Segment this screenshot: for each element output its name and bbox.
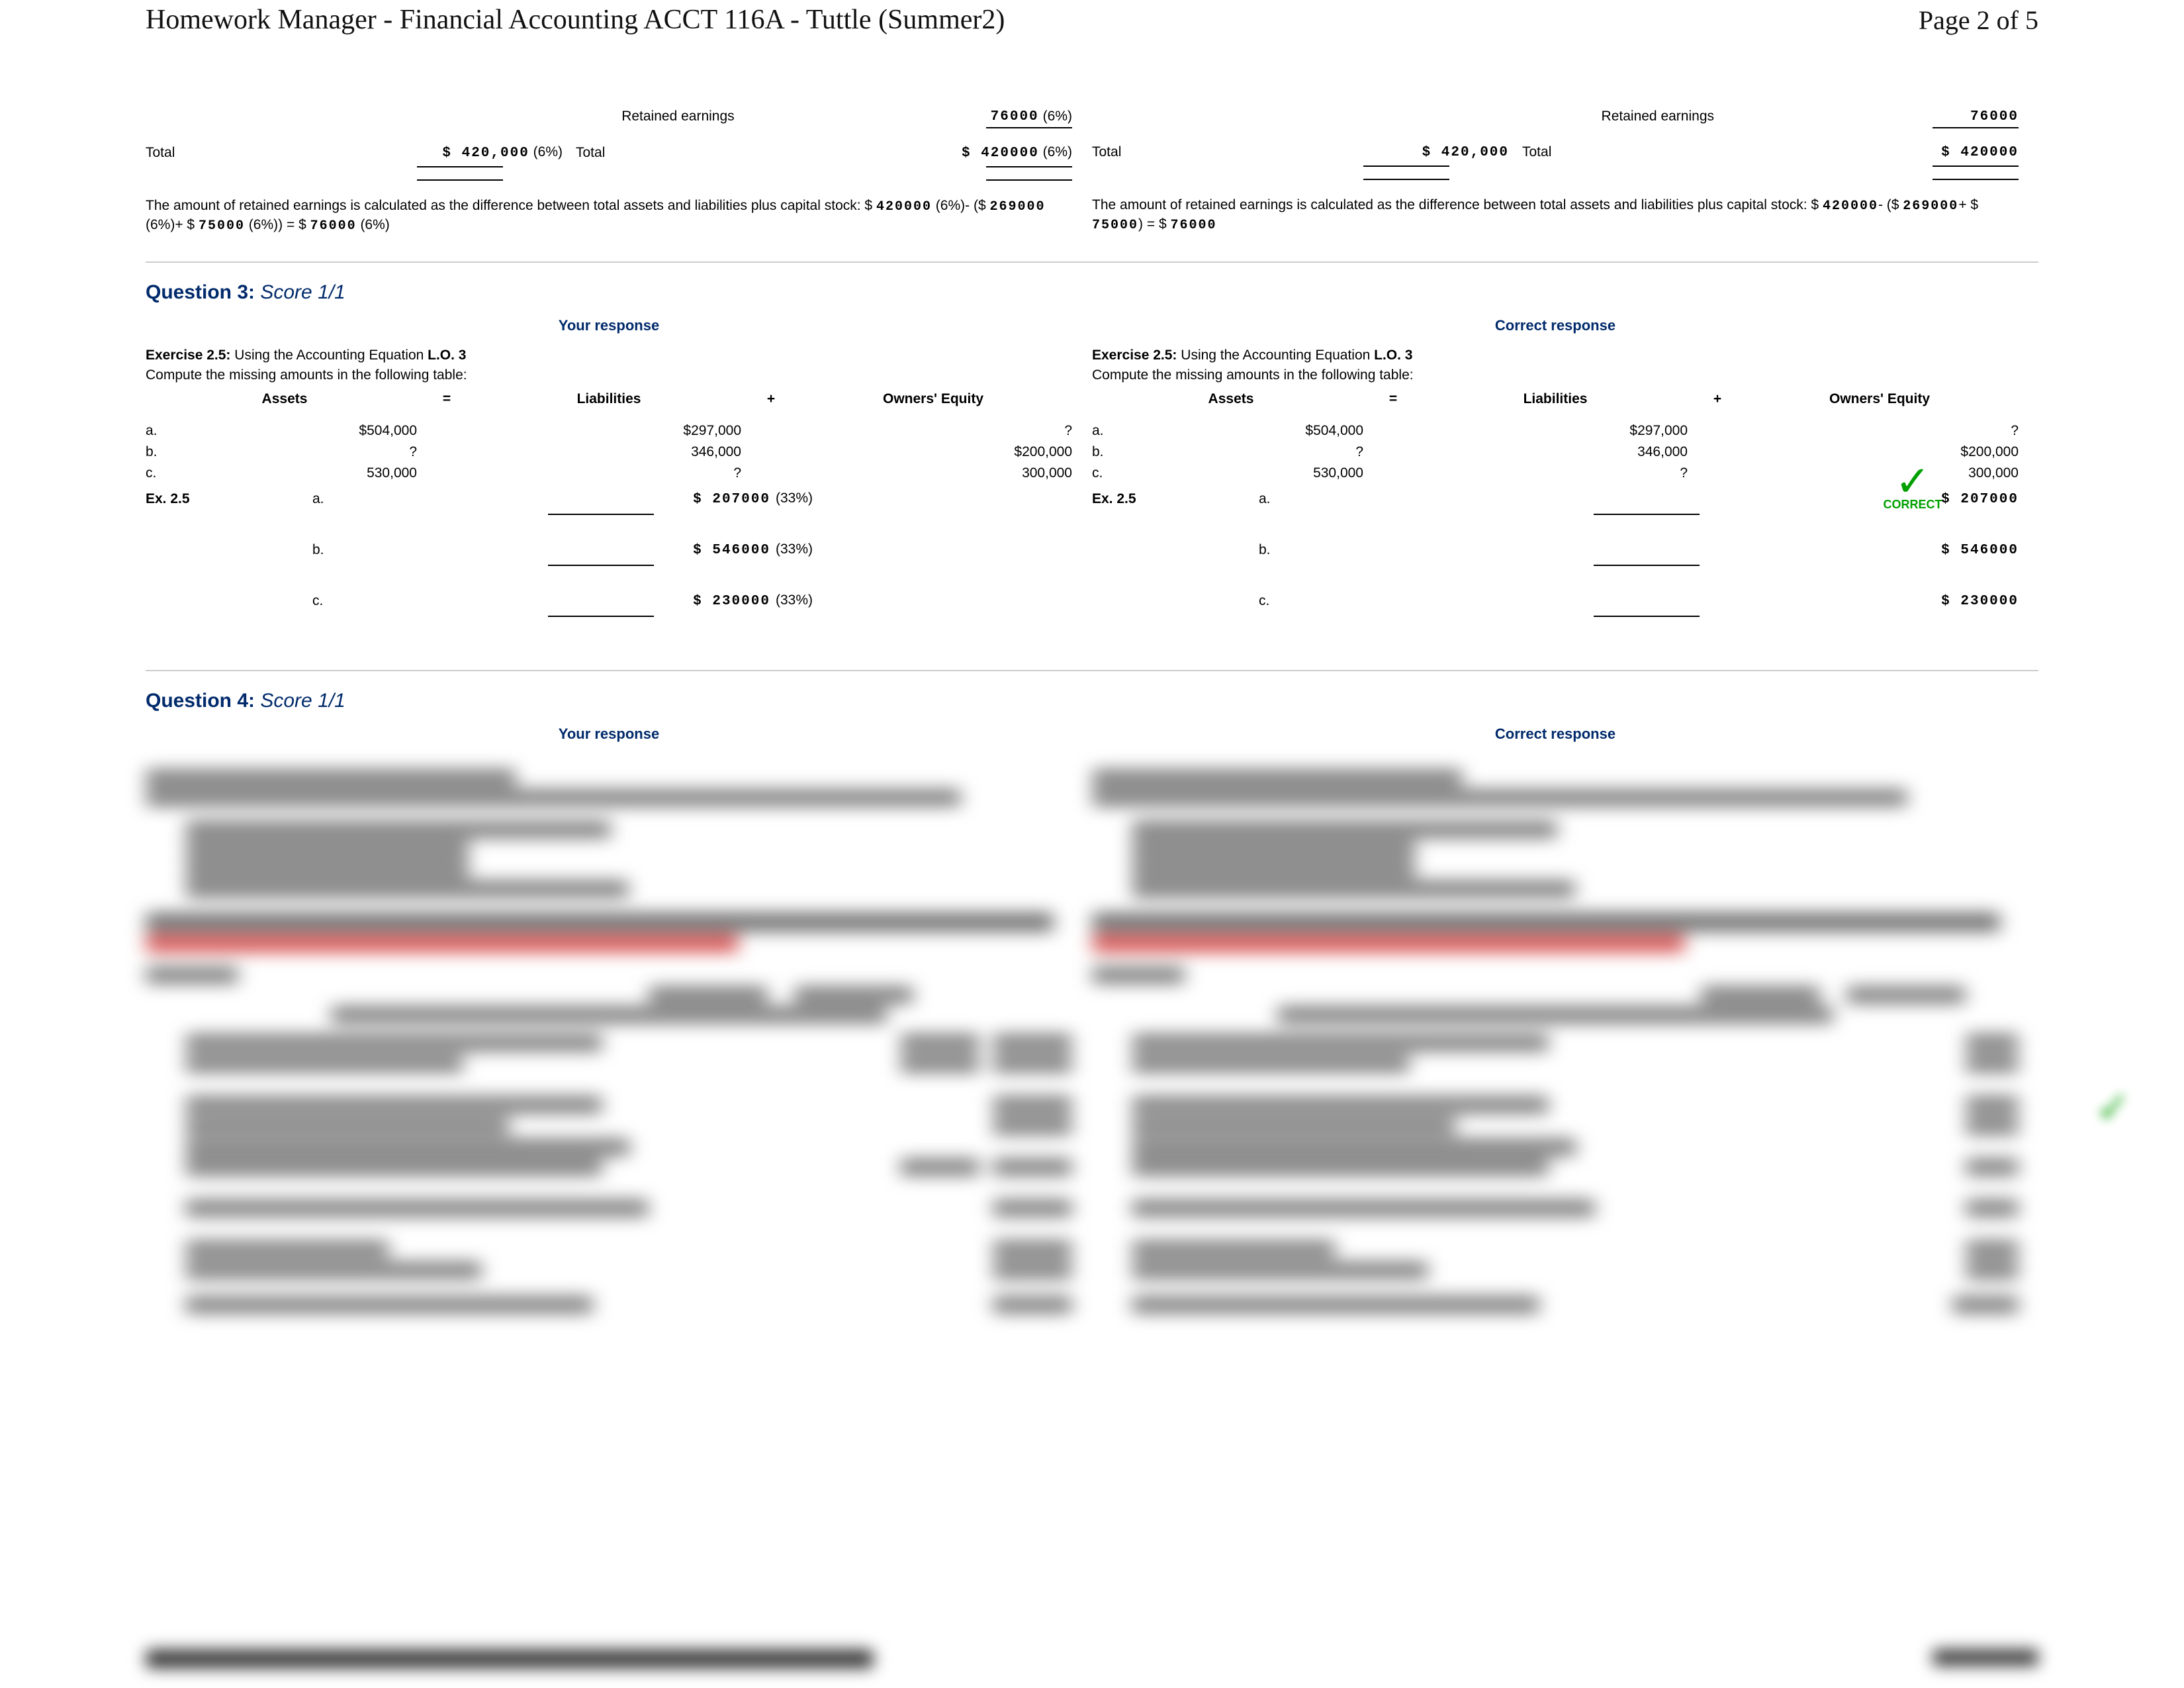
total-label-left: Total xyxy=(1092,144,1121,160)
total-value-right: $ 420000 xyxy=(962,146,1039,161)
underline xyxy=(1933,127,2019,128)
learning-objective: L.O. 3 xyxy=(428,348,466,363)
total-label-right: Total xyxy=(1522,144,1551,160)
answer-a: $ 207000 xyxy=(693,492,770,507)
table-row: b.?346,000$200,000 xyxy=(1092,444,2019,460)
q2-explanation-correct: The amount of retained earnings is calcu… xyxy=(1092,196,2019,234)
underline xyxy=(1594,565,1700,566)
col-owners-equity: Owners' Equity xyxy=(794,391,1072,407)
col-assets: Assets xyxy=(146,391,424,407)
total-value-right: $ 420000 xyxy=(1941,145,2019,160)
q3-score: Score 1/1 xyxy=(260,281,345,303)
table-row: b.?346,000$200,000 xyxy=(146,444,1072,460)
correct-response-header: Correct response xyxy=(1092,317,2019,334)
question-4: Question 4: Score 1/1 Your response xyxy=(146,690,2038,1320)
underline xyxy=(1363,165,1449,167)
underline xyxy=(417,179,503,181)
answer-b: $ 546000 xyxy=(693,543,770,558)
q2-explanation-your: The amount of retained earnings is calcu… xyxy=(146,197,1072,235)
underline xyxy=(986,166,1072,167)
ex-short: Ex. 2.5 xyxy=(146,491,312,507)
correct-badge: ✓ CORRECT xyxy=(1880,467,1946,512)
col-liabilities: Liabilities xyxy=(470,391,748,407)
divider xyxy=(146,670,2038,671)
total-value-left: $ 420,000 xyxy=(442,146,529,161)
answer-a: $ 207000 xyxy=(1941,492,2019,507)
col-equals: = xyxy=(424,391,470,407)
your-response-header: Your response xyxy=(146,317,1072,334)
underline xyxy=(548,514,654,515)
underline xyxy=(1594,616,1700,617)
retained-earnings-pct: (6%) xyxy=(1043,109,1072,124)
q2-your-response: Retained earnings 76000 (6%) Total $ 420… xyxy=(146,36,1092,235)
underline xyxy=(548,565,654,566)
q3-title: Question 3: xyxy=(146,281,260,303)
total-value-left: $ 420,000 xyxy=(1422,145,1509,160)
exercise-number: Exercise 2.5: xyxy=(146,348,230,363)
col-plus: + xyxy=(748,391,794,407)
retained-earnings-label: Retained earnings xyxy=(621,109,734,124)
underline xyxy=(1363,179,1449,180)
table-row: a.$504,000$297,000? xyxy=(146,423,1072,439)
divider xyxy=(146,261,2038,263)
answer-c: $ 230000 xyxy=(693,594,770,609)
underline xyxy=(1594,514,1700,515)
blurred-footer xyxy=(146,1650,2038,1668)
q2-correct-response: Retained earnings 76000 Total $ 420,000 … xyxy=(1092,36,2038,235)
question-3: Question 3: Score 1/1 ✓ CORRECT Your res… xyxy=(146,281,2038,643)
compute-instruction: Compute the missing amounts in the follo… xyxy=(146,367,1072,383)
page-indicator: Page 2 of 5 xyxy=(1919,5,2038,36)
answer-c: $ 230000 xyxy=(1941,594,2019,609)
blurred-check-icon: ✓ xyxy=(2095,1083,2131,1133)
underline xyxy=(986,179,1072,181)
table-row: a.$504,000$297,000? xyxy=(1092,423,2019,439)
correct-response-header: Correct response xyxy=(1092,726,2019,743)
retained-earnings-value: 76000 xyxy=(1899,109,2019,124)
total-label-left: Total xyxy=(146,145,175,161)
correct-label: CORRECT xyxy=(1880,498,1946,512)
q4-title: Question 4: xyxy=(146,690,260,712)
q3-your-response: Your response Exercise 2.5: Using the Ac… xyxy=(146,317,1092,643)
q4-score: Score 1/1 xyxy=(260,690,345,712)
blurred-content xyxy=(1092,756,2019,1320)
underline xyxy=(417,166,503,167)
retained-earnings-value: 76000 xyxy=(920,109,1039,124)
answer-b: $ 546000 xyxy=(1941,543,2019,558)
table-row: c.530,000?300,000 xyxy=(146,465,1072,481)
underline xyxy=(548,616,654,617)
retained-earnings-label: Retained earnings xyxy=(1602,109,1714,124)
underline xyxy=(1933,179,2019,180)
total-pct-right: (6%) xyxy=(1043,144,1072,160)
blurred-content xyxy=(146,756,1072,1320)
total-label-right: Total xyxy=(576,145,605,161)
underline xyxy=(1933,165,2019,167)
your-response-header: Your response xyxy=(146,726,1072,743)
underline xyxy=(986,127,1072,128)
document-title: Homework Manager - Financial Accounting … xyxy=(146,4,1005,36)
total-pct-left: (6%) xyxy=(533,144,563,160)
check-icon: ✓ xyxy=(1880,467,1946,496)
